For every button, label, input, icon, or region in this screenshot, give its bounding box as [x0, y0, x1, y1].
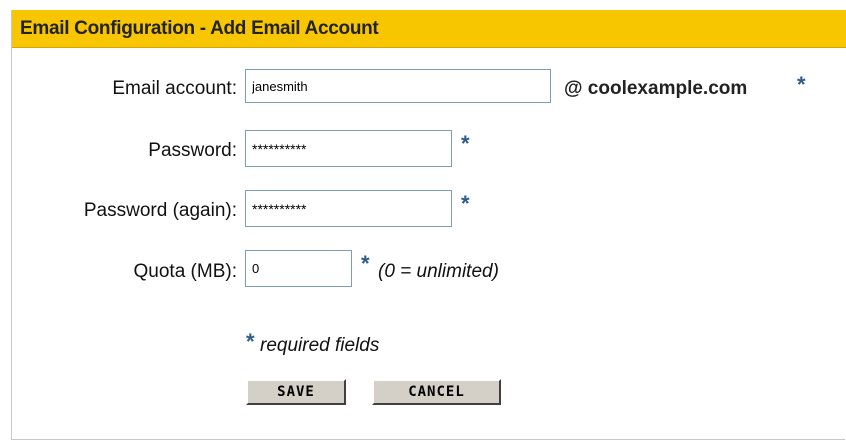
password-again-input[interactable] — [245, 190, 452, 227]
required-fields-note: required fields — [260, 335, 380, 356]
required-asterisk-quota: * — [361, 251, 370, 276]
password-again-label: Password (again): — [83, 200, 237, 221]
required-asterisk-email: * — [797, 72, 806, 97]
quota-label: Quota (MB): — [133, 261, 237, 282]
required-asterisk-password-again: * — [461, 191, 470, 216]
password-input[interactable] — [245, 130, 452, 167]
required-asterisk-note: * — [246, 329, 255, 354]
password-label: Password: — [148, 140, 237, 161]
quota-hint: (0 = unlimited) — [378, 261, 499, 282]
page-title: Email Configuration - Add Email Account — [20, 18, 379, 39]
email-account-input[interactable] — [245, 69, 551, 103]
cancel-button[interactable]: CANCEL — [372, 379, 501, 405]
email-account-label: Email account: — [112, 78, 237, 99]
save-button[interactable]: SAVE — [246, 379, 346, 405]
email-config-panel: Email Configuration - Add Email Account … — [11, 10, 846, 440]
quota-input[interactable] — [245, 250, 352, 287]
email-domain-label: @ coolexample.com — [564, 78, 748, 99]
panel-header: Email Configuration - Add Email Account — [12, 10, 846, 48]
required-asterisk-password: * — [461, 131, 470, 156]
